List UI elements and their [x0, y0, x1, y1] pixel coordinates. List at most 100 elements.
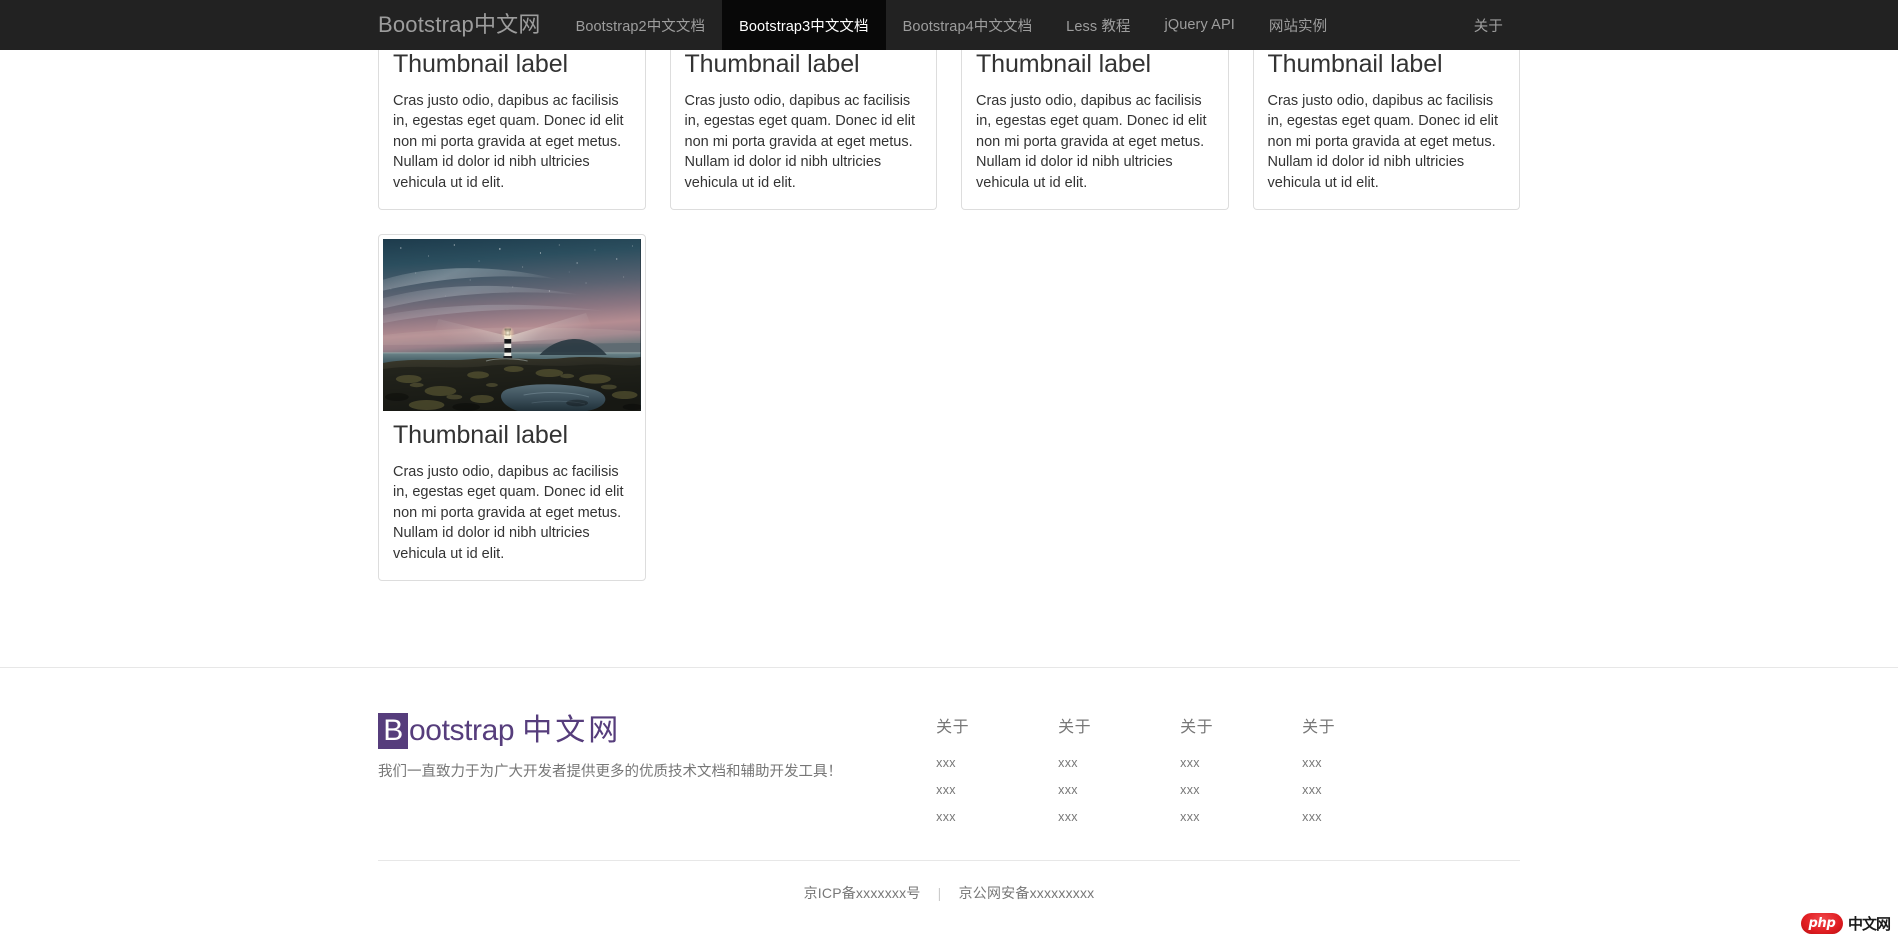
thumbnail-title: Thumbnail label: [976, 50, 1151, 78]
thumbnail[interactable]: Thumbnail label Cras justo odio, dapibus …: [378, 50, 646, 210]
nav-item-2[interactable]: Bootstrap4中文文档: [886, 0, 1050, 50]
footer-column-heading: 关于: [1302, 719, 1336, 736]
footer-link[interactable]: xxx: [936, 783, 956, 797]
nav-item-5[interactable]: 网站实例: [1252, 0, 1344, 50]
footer-tagline: 我们一直致力于为广大开发者提供更多的优质技术文档和辅助开发工具！: [378, 764, 842, 780]
brand-name-rest: ootstrap: [409, 714, 515, 747]
main-content: Thumbnail label Cras justo odio, dapibus …: [0, 50, 1898, 667]
thumbnail[interactable]: Thumbnail label Cras justo odio, dapibus …: [1252, 50, 1520, 210]
footer-link[interactable]: xxx: [936, 756, 956, 770]
thumbnail-caption: Thumbnail label Cras justo odio, dapibus …: [675, 50, 933, 205]
nav-link-2[interactable]: Bootstrap4中文文档: [886, 0, 1050, 50]
thumbnail-text: Cras justo odio, dapibus ac facilisis in…: [393, 92, 624, 191]
footer-link[interactable]: xxx: [1180, 756, 1200, 770]
footer-list-item: xxx: [936, 754, 1058, 772]
nav-right-item-0[interactable]: 关于: [1457, 0, 1520, 50]
footer-column-list: xxx xxx xxx: [1058, 754, 1180, 826]
php-watermark: php 中文网: [1800, 913, 1891, 934]
nav-right-link-about[interactable]: 关于: [1457, 0, 1520, 50]
thumbnail-caption: Thumbnail label Cras justo odio, dapibus …: [383, 50, 641, 205]
footer-list-item: xxx: [936, 808, 1058, 826]
thumbnail-title: Thumbnail label: [393, 50, 568, 78]
icp-license-link[interactable]: 京ICP备xxxxxxx号: [804, 885, 921, 901]
nav-item-4[interactable]: jQuery API: [1148, 0, 1252, 50]
footer-list-item: xxx: [1180, 781, 1302, 799]
footer-column-list: xxx xxx xxx: [1180, 754, 1302, 826]
footer-column-heading: 关于: [936, 719, 970, 736]
footer-list-item: xxx: [1058, 781, 1180, 799]
footer-column-0: 关于 xxx xxx xxx: [936, 713, 1058, 835]
thumbnail-card-3: Thumbnail label Cras justo odio, dapibus …: [1241, 50, 1533, 210]
thumbnail[interactable]: Thumbnail label Cras justo odio, dapibus …: [961, 50, 1229, 210]
footer-list-item: xxx: [1302, 781, 1424, 799]
nav-item-0[interactable]: Bootstrap2中文文档: [559, 0, 723, 50]
footer-link-columns: 关于 xxx xxx xxx 关于 xxx xxx xxx 关于 xxx xxx xxx 关于 xxx xx…: [926, 713, 1520, 835]
navbar-menu: Bootstrap2中文文档 Bootstrap3中文文档 Bootstrap4中文…: [559, 0, 1345, 50]
footer-link[interactable]: xxx: [1058, 756, 1078, 770]
thumbnail-card-4: Thumbnail label Cras justo odio, dapibus …: [366, 234, 658, 581]
footer-column-heading: 关于: [1180, 719, 1214, 736]
thumbnail-card-0: Thumbnail label Cras justo odio, dapibus …: [366, 50, 658, 210]
footer-link[interactable]: xxx: [1302, 783, 1322, 797]
thumbnail-text: Cras justo odio, dapibus ac facilisis in…: [976, 92, 1207, 191]
top-navbar: Bootstrap中文网 Bootstrap2中文文档 Bootstrap3中文文…: [0, 0, 1898, 50]
footer-copyright: 京ICP备xxxxxxx号 | 京公网安备xxxxxxxxx: [0, 861, 1898, 903]
footer-list-item: xxx: [1180, 754, 1302, 772]
footer-list-item: xxx: [1058, 754, 1180, 772]
footer-link[interactable]: xxx: [1302, 810, 1322, 824]
footer-link[interactable]: xxx: [936, 810, 956, 824]
site-footer: B ootstrap 中文网 我们一直致力于为广大开发者提供更多的优质技术文档和…: [0, 668, 1898, 903]
thumbnail-photo-svg: [383, 239, 641, 411]
thumbnail[interactable]: Thumbnail label Cras justo odio, dapibus …: [378, 234, 646, 581]
thumbnail-image-link[interactable]: [383, 239, 641, 411]
thumbnail-caption: Thumbnail label Cras justo odio, dapibus …: [383, 411, 641, 576]
footer-column-list: xxx xxx xxx: [1302, 754, 1424, 826]
footer-list-item: xxx: [1302, 808, 1424, 826]
navbar-right-menu: 关于: [1457, 0, 1520, 50]
footer-column-heading: 关于: [1058, 719, 1092, 736]
php-logo-icon: php: [1800, 913, 1843, 934]
footer-link[interactable]: xxx: [1058, 810, 1078, 824]
thumbnail-text: Cras justo odio, dapibus ac facilisis in…: [684, 92, 916, 191]
nav-item-3[interactable]: Less 教程: [1049, 0, 1147, 50]
nav-link-5[interactable]: 网站实例: [1252, 0, 1344, 50]
footer-link[interactable]: xxx: [1180, 783, 1200, 797]
footer-column-2: 关于 xxx xxx xxx: [1180, 713, 1302, 835]
thumbnail-caption: Thumbnail label Cras justo odio, dapibus …: [966, 50, 1224, 205]
thumbnail-card-2: Thumbnail label Cras justo odio, dapibus …: [949, 50, 1241, 210]
thumbnail-grid-row-2: Thumbnail label Cras justo odio, dapibus …: [366, 234, 1532, 605]
nav-link-4[interactable]: jQuery API: [1148, 0, 1252, 50]
footer-link[interactable]: xxx: [1302, 756, 1322, 770]
thumbnail[interactable]: Thumbnail label Cras justo odio, dapibus …: [669, 50, 937, 210]
thumbnail-text: Cras justo odio, dapibus ac facilisis in…: [1267, 92, 1499, 191]
footer-link[interactable]: xxx: [1180, 810, 1200, 824]
thumbnail-grid-row-1: Thumbnail label Cras justo odio, dapibus …: [366, 50, 1532, 234]
footer-list-item: xxx: [1302, 754, 1424, 772]
footer-brand-column: B ootstrap 中文网 我们一直致力于为广大开发者提供更多的优质技术文档和…: [378, 713, 926, 784]
navbar-brand[interactable]: Bootstrap中文网: [378, 0, 559, 50]
nav-item-1[interactable]: Bootstrap3中文文档: [722, 0, 886, 50]
footer-link[interactable]: xxx: [1058, 783, 1078, 797]
thumbnail-title: Thumbnail label: [1267, 50, 1443, 78]
footer-brand-logo[interactable]: B ootstrap 中文网: [378, 713, 906, 749]
footer-list-item: xxx: [1180, 808, 1302, 826]
php-watermark-label: 中文网: [1847, 916, 1891, 933]
brand-initial-badge: B: [378, 713, 408, 749]
thumbnails-container: Thumbnail label Cras justo odio, dapibus …: [378, 50, 1520, 605]
thumbnail-text: Cras justo odio, dapibus ac facilisis in…: [393, 463, 624, 562]
nav-link-3[interactable]: Less 教程: [1049, 0, 1147, 50]
thumbnail-title: Thumbnail label: [684, 50, 860, 78]
thumbnail-caption: Thumbnail label Cras justo odio, dapibus …: [1258, 50, 1516, 205]
nav-link-0[interactable]: Bootstrap2中文文档: [559, 0, 723, 50]
police-license-link[interactable]: 京公网安备xxxxxxxxx: [959, 885, 1095, 901]
footer-list-item: xxx: [1058, 808, 1180, 826]
footer-inner: B ootstrap 中文网 我们一直致力于为广大开发者提供更多的优质技术文档和…: [378, 713, 1520, 835]
thumbnail-title: Thumbnail label: [393, 421, 568, 449]
footer-column-list: xxx xxx xxx: [936, 754, 1058, 826]
brand-name-cn: 中文网: [522, 714, 622, 747]
footer-column-3: 关于 xxx xxx xxx: [1302, 713, 1424, 835]
thumbnail-card-1: Thumbnail label Cras justo odio, dapibus …: [658, 50, 950, 210]
footer-column-1: 关于 xxx xxx xxx: [1058, 713, 1180, 835]
nav-link-1[interactable]: Bootstrap3中文文档: [722, 0, 886, 50]
